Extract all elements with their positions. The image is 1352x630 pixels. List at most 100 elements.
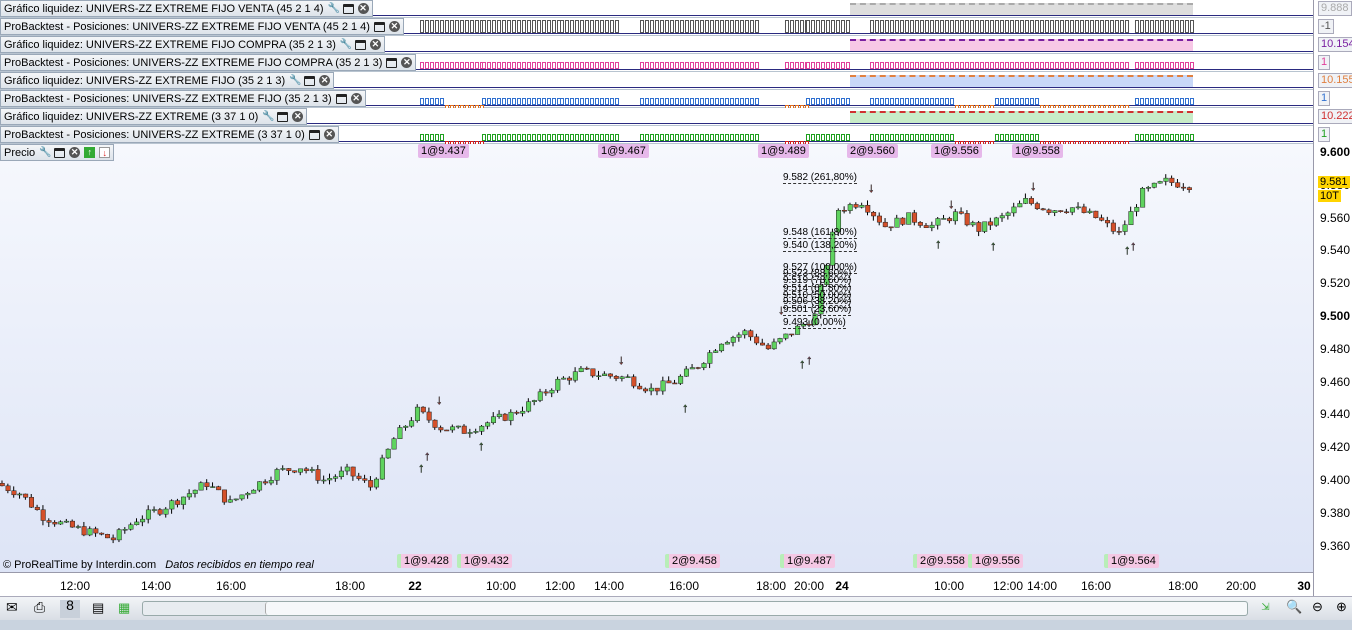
x-tick: 10:00 xyxy=(933,579,965,593)
position-bar xyxy=(482,20,486,33)
strip-header: ProBacktest - Posiciones: UNIVERS-ZZ EXT… xyxy=(0,126,339,143)
close-icon[interactable]: ✕ xyxy=(357,3,369,14)
candle xyxy=(531,400,537,402)
link-icon[interactable]: 8 xyxy=(60,598,80,618)
position-bar xyxy=(846,62,850,69)
x-tick: 10:00 xyxy=(485,579,517,593)
close-icon[interactable]: ✕ xyxy=(401,57,413,68)
close-icon[interactable]: ✕ xyxy=(388,21,400,32)
position-bar xyxy=(487,62,491,69)
candle xyxy=(34,506,40,510)
price-chart[interactable]: Precio 🔧 ✕ ↑ ↓ 9.582 (261,80%) 9.548 (161… xyxy=(0,144,1313,572)
candle xyxy=(151,509,157,511)
window-icon[interactable] xyxy=(277,111,289,122)
position-bar xyxy=(645,62,649,69)
wrench-icon[interactable]: 🔧 xyxy=(328,3,340,14)
wrench-icon[interactable]: 🔧 xyxy=(289,75,301,86)
position-bar xyxy=(831,134,835,141)
position-bar xyxy=(880,20,884,33)
window-icon[interactable] xyxy=(54,147,66,158)
position-bar xyxy=(512,98,516,105)
candle xyxy=(654,387,660,392)
position-bar xyxy=(935,20,939,33)
fibonacci-level: 9.540 (138,20%) xyxy=(783,240,857,253)
close-icon[interactable]: ✕ xyxy=(369,39,381,50)
print-icon[interactable]: ⎙ xyxy=(34,600,45,614)
window-icon[interactable] xyxy=(386,57,398,68)
position-bar xyxy=(1010,62,1014,69)
position-bar xyxy=(1135,98,1139,105)
arrow-down-icon[interactable]: ↓ xyxy=(99,147,111,158)
position-bar xyxy=(560,98,564,105)
indicator-strip: Gráfico liquidez: UNIVERS-ZZ EXTREME FIJ… xyxy=(0,72,1313,90)
candle xyxy=(186,493,192,498)
candle xyxy=(17,493,23,496)
strip-title: ProBacktest - Posiciones: UNIVERS-ZZ EXT… xyxy=(4,128,305,141)
mail-icon[interactable]: ✉ xyxy=(6,600,18,614)
close-icon[interactable]: ✕ xyxy=(292,111,304,122)
position-bar xyxy=(595,98,599,105)
close-icon[interactable]: ✕ xyxy=(323,129,335,140)
candle xyxy=(362,478,368,481)
position-bar xyxy=(570,134,574,141)
position-bar xyxy=(1015,98,1019,105)
wrench-icon[interactable]: 🔧 xyxy=(340,39,352,50)
position-bar xyxy=(1010,98,1014,105)
position-bar xyxy=(1040,20,1044,33)
position-bar xyxy=(685,134,689,141)
sell-arrow-icon: ↓ xyxy=(778,302,785,318)
wrench-icon[interactable]: 🔧 xyxy=(262,111,274,122)
position-bar xyxy=(700,134,704,141)
position-bar xyxy=(1125,62,1129,69)
position-bar xyxy=(690,62,694,69)
position-bar xyxy=(1005,20,1009,33)
close-icon[interactable]: ✕ xyxy=(350,93,362,104)
candle xyxy=(221,489,227,503)
position-bar xyxy=(1030,98,1034,105)
scroll-thumb[interactable] xyxy=(265,602,1247,615)
candle xyxy=(929,224,935,229)
horizontal-scrollbar[interactable] xyxy=(142,601,1248,616)
candle xyxy=(40,509,46,521)
position-bar xyxy=(985,62,989,69)
position-bar xyxy=(497,134,501,141)
position-bar xyxy=(720,98,724,105)
equity-area xyxy=(850,39,1193,51)
position-bar xyxy=(650,62,654,69)
window-icon[interactable] xyxy=(342,3,354,14)
chart-settings-icon[interactable]: ▤ xyxy=(92,601,104,614)
position-bar xyxy=(1025,20,1029,33)
position-bar xyxy=(816,98,820,105)
zoom-out-icon[interactable]: ⊖ xyxy=(1312,600,1323,613)
candle xyxy=(479,425,485,432)
position-bar xyxy=(910,62,914,69)
window-icon[interactable] xyxy=(308,129,320,140)
candle xyxy=(871,211,877,217)
zoom-area-icon[interactable]: 🔍 xyxy=(1286,600,1302,613)
candle xyxy=(1134,206,1140,212)
wrench-icon[interactable]: 🔧 xyxy=(39,147,51,158)
candle xyxy=(1163,177,1169,182)
window-icon[interactable] xyxy=(354,39,366,50)
close-icon[interactable]: ✕ xyxy=(69,147,81,158)
autoscroll-icon[interactable]: ⇲ xyxy=(1260,602,1271,613)
position-bar xyxy=(537,98,541,105)
zoom-in-icon[interactable]: ⊕ xyxy=(1336,600,1347,613)
candle xyxy=(742,330,748,336)
position-bar xyxy=(685,98,689,105)
position-bar xyxy=(1055,20,1059,33)
y-tick: 9.540 xyxy=(1320,243,1351,258)
window-icon[interactable] xyxy=(335,93,347,104)
strip-title: Gráfico liquidez: UNIVERS-ZZ EXTREME FIJ… xyxy=(4,74,286,87)
candle xyxy=(262,481,268,484)
window-icon[interactable] xyxy=(373,21,385,32)
arrow-up-icon[interactable]: ↑ xyxy=(84,147,96,158)
position-bar xyxy=(811,98,815,105)
candle xyxy=(75,526,81,528)
close-icon[interactable]: ✕ xyxy=(319,75,331,86)
window-icon[interactable] xyxy=(304,75,316,86)
position-bar xyxy=(547,20,551,33)
indicators-icon[interactable]: ▦ xyxy=(118,601,130,614)
position-bar xyxy=(527,134,531,141)
candle xyxy=(508,411,514,421)
